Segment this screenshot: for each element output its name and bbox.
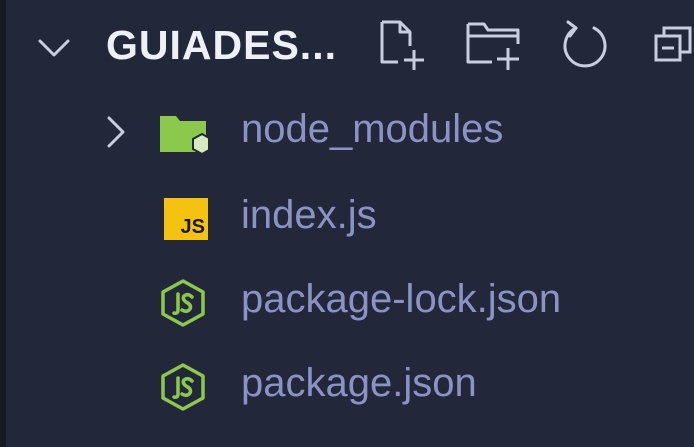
tree-item-package-lock-json[interactable]: package-lock.json — [6, 260, 694, 344]
new-file-icon — [380, 20, 424, 70]
refresh-icon — [563, 20, 607, 68]
chevron-down-icon[interactable] — [36, 30, 72, 66]
collapse-all-icon — [654, 26, 692, 62]
new-file-button[interactable] — [374, 16, 432, 74]
js-badge-text: JS — [180, 216, 205, 238]
tree-item-index-js[interactable]: JS index.js — [6, 176, 694, 260]
nodejs-icon — [161, 363, 205, 411]
node-folder-icon — [160, 116, 208, 156]
nodejs-icon — [161, 279, 205, 327]
refresh-button[interactable] — [556, 16, 614, 74]
tree-item-label: index.js — [241, 193, 377, 237]
js-file-icon: JS — [164, 198, 208, 240]
explorer-header[interactable]: GUIADES... — [6, 0, 694, 92]
tree-item-node-modules[interactable]: node_modules — [6, 90, 694, 174]
new-folder-button[interactable] — [464, 16, 522, 74]
chevron-right-icon[interactable] — [100, 114, 130, 150]
tree-item-label: package-lock.json — [241, 277, 562, 321]
new-folder-icon — [466, 22, 520, 70]
tree-item-label: package.json — [241, 361, 477, 405]
tree-item-package-json[interactable]: package.json — [6, 344, 694, 428]
file-explorer: GUIADES... node_modules JS index.js pack… — [0, 0, 694, 447]
collapse-all-button[interactable] — [648, 16, 694, 74]
tree-item-label: node_modules — [241, 107, 504, 151]
explorer-title[interactable]: GUIADES... — [106, 22, 337, 69]
